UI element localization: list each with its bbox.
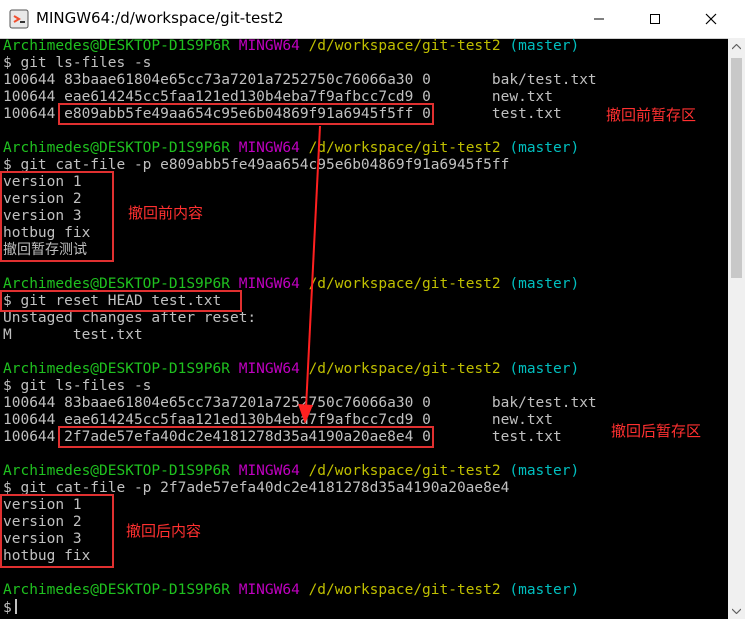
scroll-thumb[interactable] [731, 58, 742, 278]
title-bar: MINGW64:/d/workspace/git-test2 [0, 0, 745, 39]
maximize-button[interactable] [632, 0, 678, 38]
maximize-icon [650, 14, 660, 24]
minimize-icon [594, 18, 604, 20]
vertical-scrollbar[interactable] [728, 38, 745, 619]
chevron-down-icon [732, 608, 741, 614]
chevron-up-icon [732, 43, 741, 49]
close-button[interactable] [688, 0, 734, 38]
window-title: MINGW64:/d/workspace/git-test2 [36, 9, 284, 27]
scroll-down-button[interactable] [728, 602, 745, 619]
git-bash-icon [9, 9, 29, 29]
terminal-output[interactable]: Archimedes@DESKTOP-D1S9P6R MINGW64 /d/wo… [0, 38, 728, 619]
minimize-button[interactable] [576, 0, 622, 38]
close-icon [705, 13, 717, 25]
red-arrow [298, 125, 321, 424]
scroll-up-button[interactable] [728, 38, 745, 55]
